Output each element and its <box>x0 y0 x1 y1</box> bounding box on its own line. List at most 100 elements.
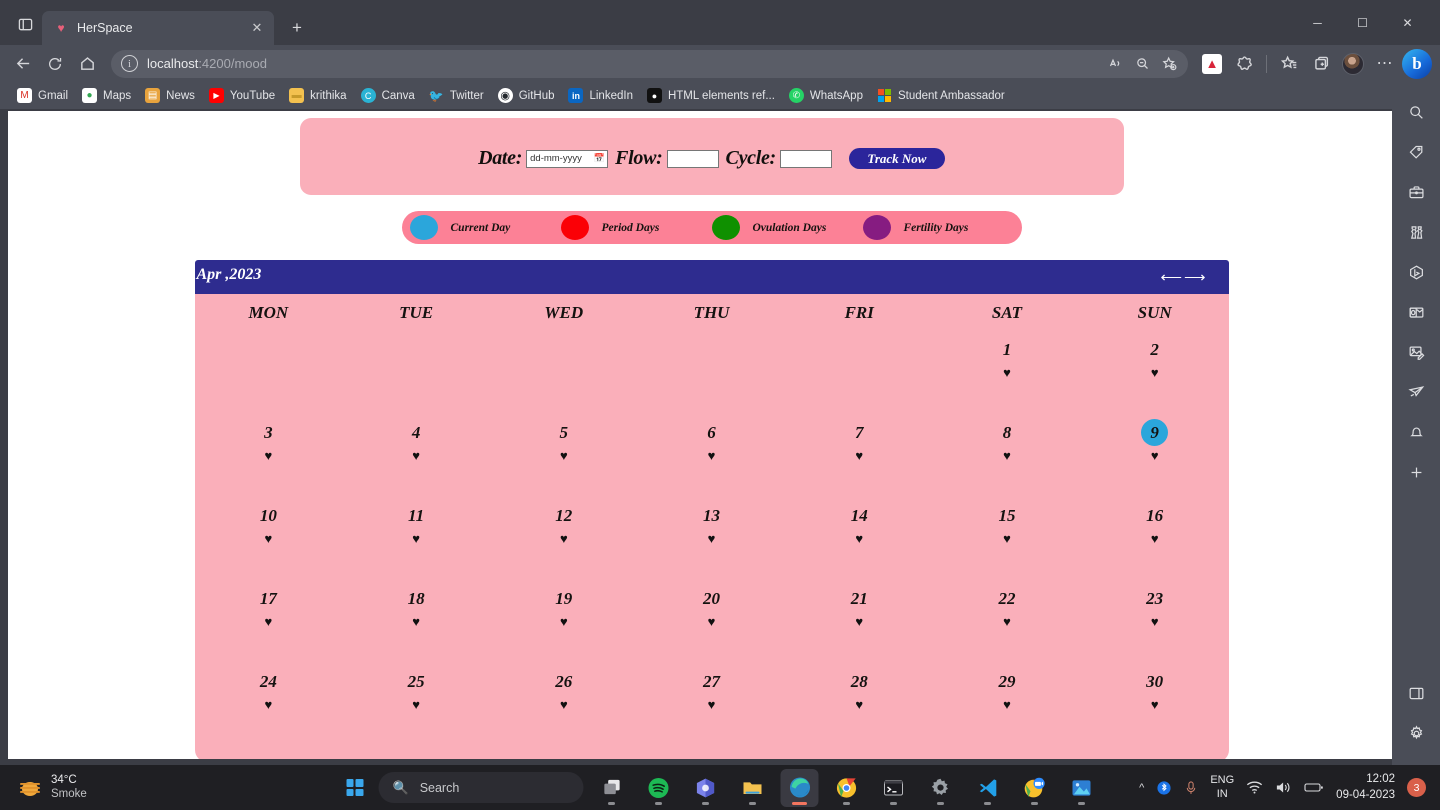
tag-icon[interactable] <box>1399 132 1433 172</box>
mood-heart-icon[interactable]: ♥ <box>342 449 490 462</box>
mood-heart-icon[interactable]: ♥ <box>638 449 786 462</box>
close-window-button[interactable]: ✕ <box>1385 7 1430 39</box>
calendar-day-cell[interactable]: 18 ♥ <box>342 578 490 661</box>
bluetooth-icon[interactable] <box>1156 780 1172 796</box>
mood-heart-icon[interactable]: ♥ <box>195 615 343 628</box>
mood-heart-icon[interactable]: ♥ <box>785 449 933 462</box>
taskbar-app-task-view[interactable] <box>593 769 631 807</box>
site-info-icon[interactable]: i <box>121 55 138 72</box>
settings-more-button[interactable]: ⋯ <box>1370 49 1400 79</box>
browser-tab[interactable]: ♥ HerSpace ✕ <box>42 11 274 45</box>
bookmark-linkedin[interactable]: in LinkedIn <box>561 85 639 106</box>
calendar-day-cell[interactable]: 23 ♥ <box>1081 578 1229 661</box>
mood-heart-icon[interactable]: ♥ <box>1081 532 1229 545</box>
bookmark-maps[interactable]: ● Maps <box>75 85 138 106</box>
mood-heart-icon[interactable]: ♥ <box>638 615 786 628</box>
mood-heart-icon[interactable]: ♥ <box>342 615 490 628</box>
briefcase-icon[interactable] <box>1399 172 1433 212</box>
taskbar-app-google-chrome[interactable] <box>828 769 866 807</box>
mood-heart-icon[interactable]: ♥ <box>195 698 343 711</box>
zoom-out-icon[interactable] <box>1129 51 1155 77</box>
mood-heart-icon[interactable]: ♥ <box>638 698 786 711</box>
cycle-input[interactable] <box>779 149 832 168</box>
notification-badge[interactable]: 3 <box>1407 778 1426 797</box>
flow-input[interactable] <box>666 149 719 168</box>
mood-heart-icon[interactable]: ♥ <box>785 698 933 711</box>
mood-heart-icon[interactable]: ♥ <box>785 532 933 545</box>
address-bar[interactable]: i localhost:4200/mood <box>111 49 1188 78</box>
calendar-day-cell[interactable]: 4 ♥ <box>342 412 490 495</box>
mood-heart-icon[interactable]: ♥ <box>933 449 1081 462</box>
search-icon[interactable] <box>1399 92 1433 132</box>
mood-heart-icon[interactable]: ♥ <box>342 698 490 711</box>
games-icon[interactable] <box>1399 212 1433 252</box>
mood-heart-icon[interactable]: ♥ <box>342 532 490 545</box>
taskbar-clock[interactable]: 12:02 09-04-2023 <box>1336 772 1395 803</box>
date-input[interactable]: dd-mm-yyyy 📅 <box>526 149 609 168</box>
calendar-day-cell[interactable]: 19 ♥ <box>490 578 638 661</box>
bookmark-gmail[interactable]: M Gmail <box>10 85 75 106</box>
calendar-day-cell[interactable]: 25 ♥ <box>342 661 490 744</box>
calendar-day-cell[interactable]: 8 ♥ <box>933 412 1081 495</box>
calendar-day-cell[interactable]: 3 ♥ <box>195 412 343 495</box>
bookmark-news[interactable]: ▤ News <box>138 85 202 106</box>
calendar-day-cell[interactable]: 26 ♥ <box>490 661 638 744</box>
mood-heart-icon[interactable]: ♥ <box>933 615 1081 628</box>
calendar-day-cell[interactable]: 30 ♥ <box>1081 661 1229 744</box>
mood-heart-icon[interactable]: ♥ <box>195 449 343 462</box>
new-tab-button[interactable]: + <box>283 14 311 42</box>
bookmark-krithika[interactable]: ▬ krithika <box>282 85 353 106</box>
bookmark-youtube[interactable]: ▶ YouTube <box>202 85 282 106</box>
add-favorite-icon[interactable] <box>1156 51 1182 77</box>
bell-icon[interactable] <box>1399 412 1433 452</box>
calendar-day-cell[interactable]: 15 ♥ <box>933 495 1081 578</box>
calendar-day-cell[interactable]: 2 ♥ <box>1081 329 1229 412</box>
language-indicator[interactable]: ENG IN <box>1210 774 1234 802</box>
calendar-day-cell[interactable]: 22 ♥ <box>933 578 1081 661</box>
calendar-day-cell[interactable]: 10 ♥ <box>195 495 343 578</box>
weather-widget[interactable]: 34°C Smoke <box>0 774 360 800</box>
taskbar-app-photos[interactable] <box>1063 769 1101 807</box>
mood-heart-icon[interactable]: ♥ <box>490 615 638 628</box>
calendar-day-cell[interactable]: 16 ♥ <box>1081 495 1229 578</box>
read-aloud-icon[interactable] <box>1102 51 1128 77</box>
volume-icon[interactable] <box>1275 780 1292 795</box>
calendar-day-cell[interactable]: 20 ♥ <box>638 578 786 661</box>
mood-heart-icon[interactable]: ♥ <box>490 532 638 545</box>
taskbar-app-spotify[interactable] <box>640 769 678 807</box>
mood-heart-icon[interactable]: ♥ <box>933 698 1081 711</box>
calendar-day-cell[interactable]: 1 ♥ <box>933 329 1081 412</box>
taskbar-app-vs-code[interactable] <box>969 769 1007 807</box>
taskbar-app-office[interactable] <box>687 769 725 807</box>
taskbar-search[interactable]: 🔍 Search <box>378 772 584 803</box>
bookmark-github[interactable]: ◉ GitHub <box>491 85 562 106</box>
calendar-day-cell[interactable]: 12 ♥ <box>490 495 638 578</box>
minimize-button[interactable]: ─ <box>1295 7 1340 39</box>
calendar-day-cell[interactable]: 21 ♥ <box>785 578 933 661</box>
tab-actions-icon[interactable] <box>1306 49 1336 79</box>
bookmark-html-reference[interactable]: ● HTML elements ref... <box>640 85 782 106</box>
split-screen-icon[interactable] <box>1229 49 1259 79</box>
mood-heart-icon[interactable]: ♥ <box>1081 366 1229 379</box>
image-editor-icon[interactable] <box>1399 332 1433 372</box>
calendar-day-cell[interactable]: 28 ♥ <box>785 661 933 744</box>
battery-icon[interactable] <box>1304 781 1324 794</box>
calendar-picker-icon[interactable]: 📅 <box>594 153 605 164</box>
calendar-day-cell[interactable]: 13 ♥ <box>638 495 786 578</box>
tab-search-button[interactable] <box>8 7 42 41</box>
mood-heart-icon[interactable]: ♥ <box>490 698 638 711</box>
mood-heart-icon[interactable]: ♥ <box>490 449 638 462</box>
taskbar-app-terminal[interactable] <box>875 769 913 807</box>
copilot-button[interactable]: b <box>1402 48 1432 79</box>
send-icon[interactable] <box>1399 372 1433 412</box>
bookmark-student-ambassador[interactable]: Student Ambassador <box>870 85 1012 106</box>
home-icon[interactable] <box>72 49 102 79</box>
start-button[interactable] <box>340 773 370 803</box>
refresh-icon[interactable] <box>40 49 70 79</box>
sidebar-toggle-icon[interactable] <box>1399 673 1433 713</box>
mood-heart-icon[interactable]: ♥ <box>1081 615 1229 628</box>
wifi-icon[interactable] <box>1246 780 1263 795</box>
show-hidden-icons-chevron-up-icon[interactable]: ^ <box>1139 782 1144 794</box>
outlook-icon[interactable] <box>1399 292 1433 332</box>
prev-month-arrow-icon[interactable]: ⟵ <box>1159 270 1183 285</box>
